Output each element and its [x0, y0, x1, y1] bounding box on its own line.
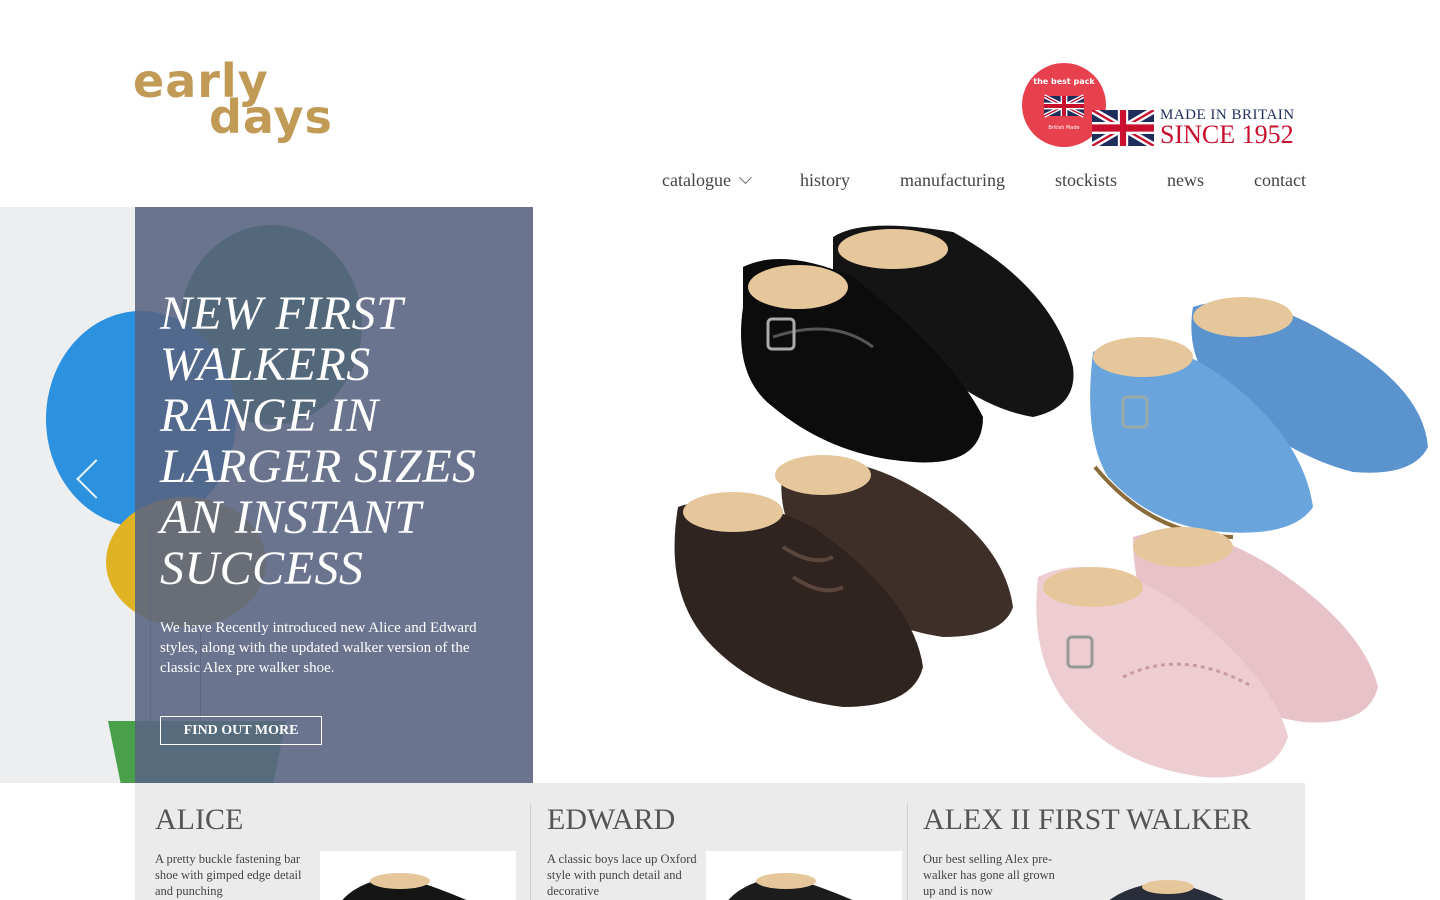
chevron-down-icon: [739, 170, 752, 184]
black-shoe-pair: [741, 225, 1074, 463]
product-card-alice[interactable]: ALICE A pretty buckle fastening bar shoe…: [135, 783, 530, 900]
shoe-thumbnail: [1109, 880, 1224, 900]
nav-catalogue-label: catalogue: [662, 169, 732, 190]
product-desc: A classic boys lace up Oxford style with…: [547, 852, 697, 898]
product-image[interactable]: [706, 851, 902, 900]
logo[interactable]: early days: [133, 58, 369, 142]
shoe-thumbnail: [342, 873, 467, 900]
nav-catalogue[interactable]: catalogue: [662, 168, 752, 192]
find-out-more-button[interactable]: FIND OUT MORE: [160, 716, 322, 745]
nav-news[interactable]: news: [1167, 168, 1204, 192]
product-card-edward[interactable]: EDWARD A classic boys lace up Oxford sty…: [527, 783, 907, 900]
hero-title: NEW FIRST WALKERS RANGE IN LARGER SIZES …: [160, 287, 477, 595]
product-strip: ALICE A pretty buckle fastening bar shoe…: [135, 783, 1305, 900]
product-desc: Our best selling Alex pre-walker has gon…: [923, 852, 1055, 898]
badge-top-text: the best pack: [1033, 77, 1095, 86]
hero-shoes-image: [533, 207, 1440, 783]
blue-shoe-pair: [1090, 297, 1428, 539]
product-title[interactable]: ALICE: [155, 803, 243, 837]
product-image[interactable]: [1073, 851, 1269, 900]
nav-history[interactable]: history: [800, 168, 850, 192]
union-jack-icon: [1044, 94, 1084, 118]
main-nav: catalogue history manufacturing stockist…: [662, 168, 1306, 192]
product-card-alex[interactable]: ALEX II FIRST WALKER Our best selling Al…: [903, 783, 1305, 900]
shoes-illustration: [674, 225, 1428, 778]
logo-line2: days: [209, 90, 333, 144]
nav-contact[interactable]: contact: [1254, 168, 1306, 192]
made-in-britain: MADE IN BRITAIN SINCE 1952: [1092, 107, 1306, 149]
product-title[interactable]: EDWARD: [547, 803, 675, 837]
product-title[interactable]: ALEX II FIRST WALKER: [923, 803, 1251, 837]
nav-manufacturing[interactable]: manufacturing: [900, 168, 1005, 192]
product-desc: A pretty buckle fastening bar shoe with …: [155, 852, 302, 898]
shoe-thumbnail: [728, 873, 853, 900]
nav-stockists[interactable]: stockists: [1055, 168, 1117, 192]
union-jack-icon: [1092, 110, 1154, 146]
hero-text: We have Recently introduced new Alice an…: [160, 620, 477, 676]
made-in-britain-line2: SINCE 1952: [1160, 120, 1294, 149]
brown-shoe-pair: [674, 455, 1013, 707]
pink-shoe-pair: [1036, 527, 1378, 778]
product-image[interactable]: [320, 851, 516, 900]
